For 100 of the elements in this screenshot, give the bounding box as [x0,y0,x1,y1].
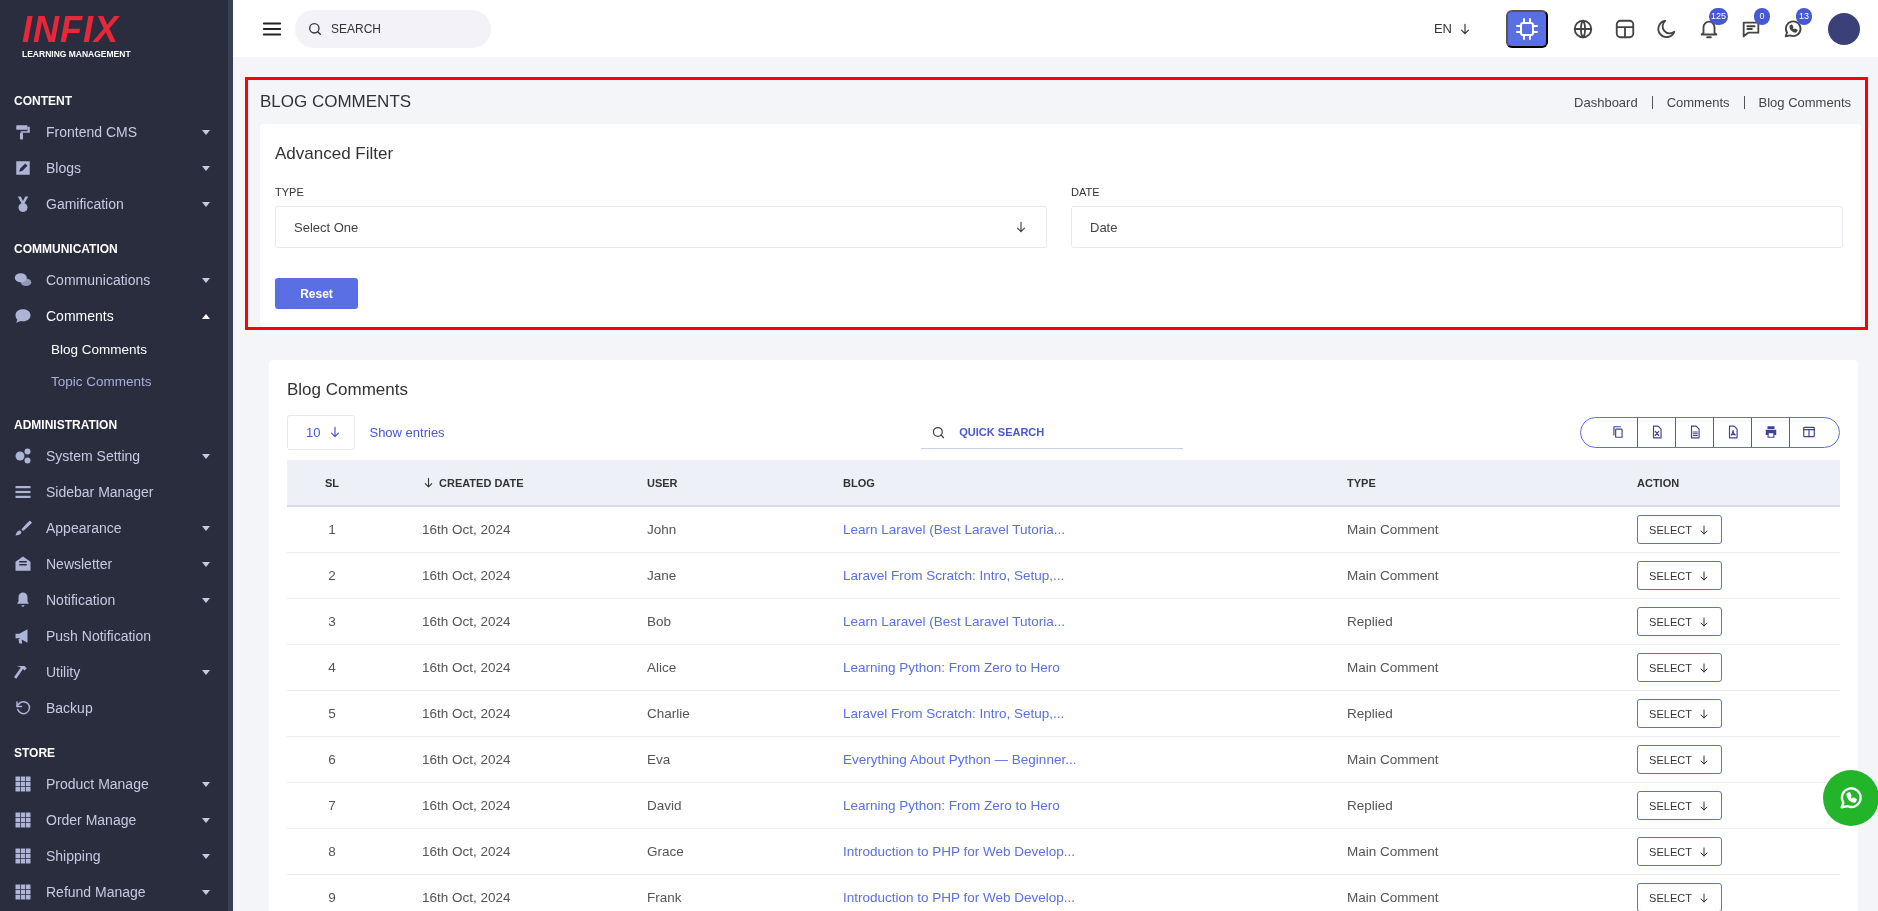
envelope-icon [14,555,32,573]
filter-title: Advanced Filter [275,144,395,164]
blog-link[interactable]: Everything About Python — Beginner... [843,752,1077,767]
table-cell: 16th Oct, 2024 [377,553,627,599]
table-cell: Main Comment [1317,829,1607,875]
sidebar-item[interactable]: Gamification [0,186,228,222]
table-cell: 7 [287,783,377,829]
reset-button[interactable]: Reset [275,278,358,309]
table-cell: 1 [287,507,377,553]
blog-link[interactable]: Introduction to PHP for Web Develop... [843,844,1076,859]
sidebar-item[interactable]: Appearance [0,510,228,546]
sidebar-subitem[interactable]: Blog Comments [0,334,228,366]
table-cell: 6 [287,737,377,783]
arrow-down-icon [1458,21,1472,36]
column-header[interactable]: TYPE [1317,460,1607,507]
table-cell: 4 [287,645,377,691]
sidebar-item[interactable]: Product Manage [0,766,228,802]
page-size-dropdown[interactable]: 10 [287,414,356,450]
sidebar-item[interactable]: Backup [0,690,228,726]
field-label: TYPE [275,186,305,198]
ai-button[interactable] [1506,9,1548,48]
sidebar-item[interactable]: Comments [0,298,228,334]
table-cell: 16th Oct, 2024 [377,829,627,875]
table-cell: Replied [1317,691,1607,737]
sidebar-item[interactable]: Frontend CMS [0,114,228,150]
column-header[interactable]: USER [627,460,817,507]
paint-roller-icon [14,123,32,141]
grid-icon [14,811,32,829]
sidebar-item[interactable]: Push Notification [0,618,228,654]
breadcrumb-link[interactable]: Comments [1651,95,1744,109]
grid-icon [14,847,32,865]
table-cell: Bob [627,599,817,645]
language-selector[interactable]: EN [1427,20,1478,37]
table-cell: 16th Oct, 2024 [377,737,627,783]
sidebar-item[interactable]: Communications [0,262,228,298]
breadcrumb-link[interactable]: Dashboard [1560,95,1652,109]
chat-bubbles-icon [14,271,32,289]
message-badge: 0 [1754,7,1770,25]
blog-link[interactable]: Laravel From Scratch: Intro, Setup,... [843,568,1065,583]
column-header[interactable]: CREATED DATE [377,460,627,507]
sidebar-item[interactable]: Refund Manage [0,874,228,910]
whatsapp-badge: 13 [1796,7,1812,25]
column-header[interactable]: BLOG [817,460,1317,507]
select-button[interactable]: SELECT [1637,561,1722,590]
sidebar-item[interactable]: System Setting [0,438,228,474]
sidebar-item[interactable]: Notification [0,582,228,618]
select-button[interactable]: SELECT [1637,837,1722,866]
sidebar-section-title: ADMINISTRATION [13,417,119,434]
sidebar-item[interactable]: Shipping [0,838,228,874]
search-field[interactable]: SEARCH [295,9,491,48]
table-cell: Grace [627,829,817,875]
table-cell: 16th Oct, 2024 [377,691,627,737]
sidebar-subitem[interactable]: Topic Comments [0,366,228,398]
sidebar-item[interactable]: Utility [0,654,228,690]
type-dropdown[interactable]: Select One [275,206,1047,248]
table-cell: 8 [287,829,377,875]
edit-icon [14,159,32,177]
table-cell: Jane [627,553,817,599]
table-cell: Charlie [627,691,817,737]
grid-icon [14,775,32,793]
page-title: BLOG COMMENTS [260,92,412,112]
blog-link[interactable]: Learning Python: From Zero to Hero [843,798,1060,813]
whatsapp-icon [1782,17,1804,40]
table-cell: 5 [287,691,377,737]
sidebar-section-title: CONTENT [13,93,73,110]
select-button[interactable]: SELECT [1637,515,1722,544]
globe-icon [1572,17,1594,40]
moon-icon [1656,17,1678,40]
select-button[interactable]: SELECT [1637,745,1722,774]
breadcrumb-link[interactable]: Blog Comments [1743,95,1865,109]
brush-icon [14,519,32,537]
chip-icon [1515,16,1539,41]
blog-link[interactable]: Learn Laravel (Best Laravel Tutoria... [843,522,1066,537]
sidebar-item[interactable]: Blogs [0,150,228,186]
table-cell: Replied [1317,599,1607,645]
column-header[interactable]: SL [287,460,377,507]
sidebar-item[interactable]: Newsletter [0,546,228,582]
blog-link[interactable]: Learning Python: From Zero to Hero [843,660,1060,675]
select-button[interactable]: SELECT [1637,607,1722,636]
blog-link[interactable]: Laravel From Scratch: Intro, Setup,... [843,706,1065,721]
table-cell: Main Comment [1317,553,1607,599]
printer-icon [1763,425,1778,439]
avatar[interactable] [1828,12,1860,45]
table-cell: 16th Oct, 2024 [377,599,627,645]
sort-arrow-icon [422,476,435,489]
select-button[interactable]: SELECT [1637,699,1722,728]
select-button[interactable]: SELECT [1637,883,1722,911]
date-field[interactable]: Date [1071,206,1843,248]
logo-wordmark: INFIX [22,12,119,48]
table-cell: Main Comment [1317,737,1607,783]
undo-icon [14,699,32,717]
card-title: Blog Comments [287,380,409,400]
column-header[interactable]: ACTION [1607,460,1840,507]
select-button[interactable]: SELECT [1637,791,1722,820]
select-button[interactable]: SELECT [1637,653,1722,682]
table-cell: 3 [287,599,377,645]
sidebar-item[interactable]: Order Manage [0,802,228,838]
sidebar-item[interactable]: Sidebar Manager [0,474,228,510]
blog-link[interactable]: Learn Laravel (Best Laravel Tutoria... [843,614,1066,629]
blog-link[interactable]: Introduction to PHP for Web Develop... [843,890,1076,905]
